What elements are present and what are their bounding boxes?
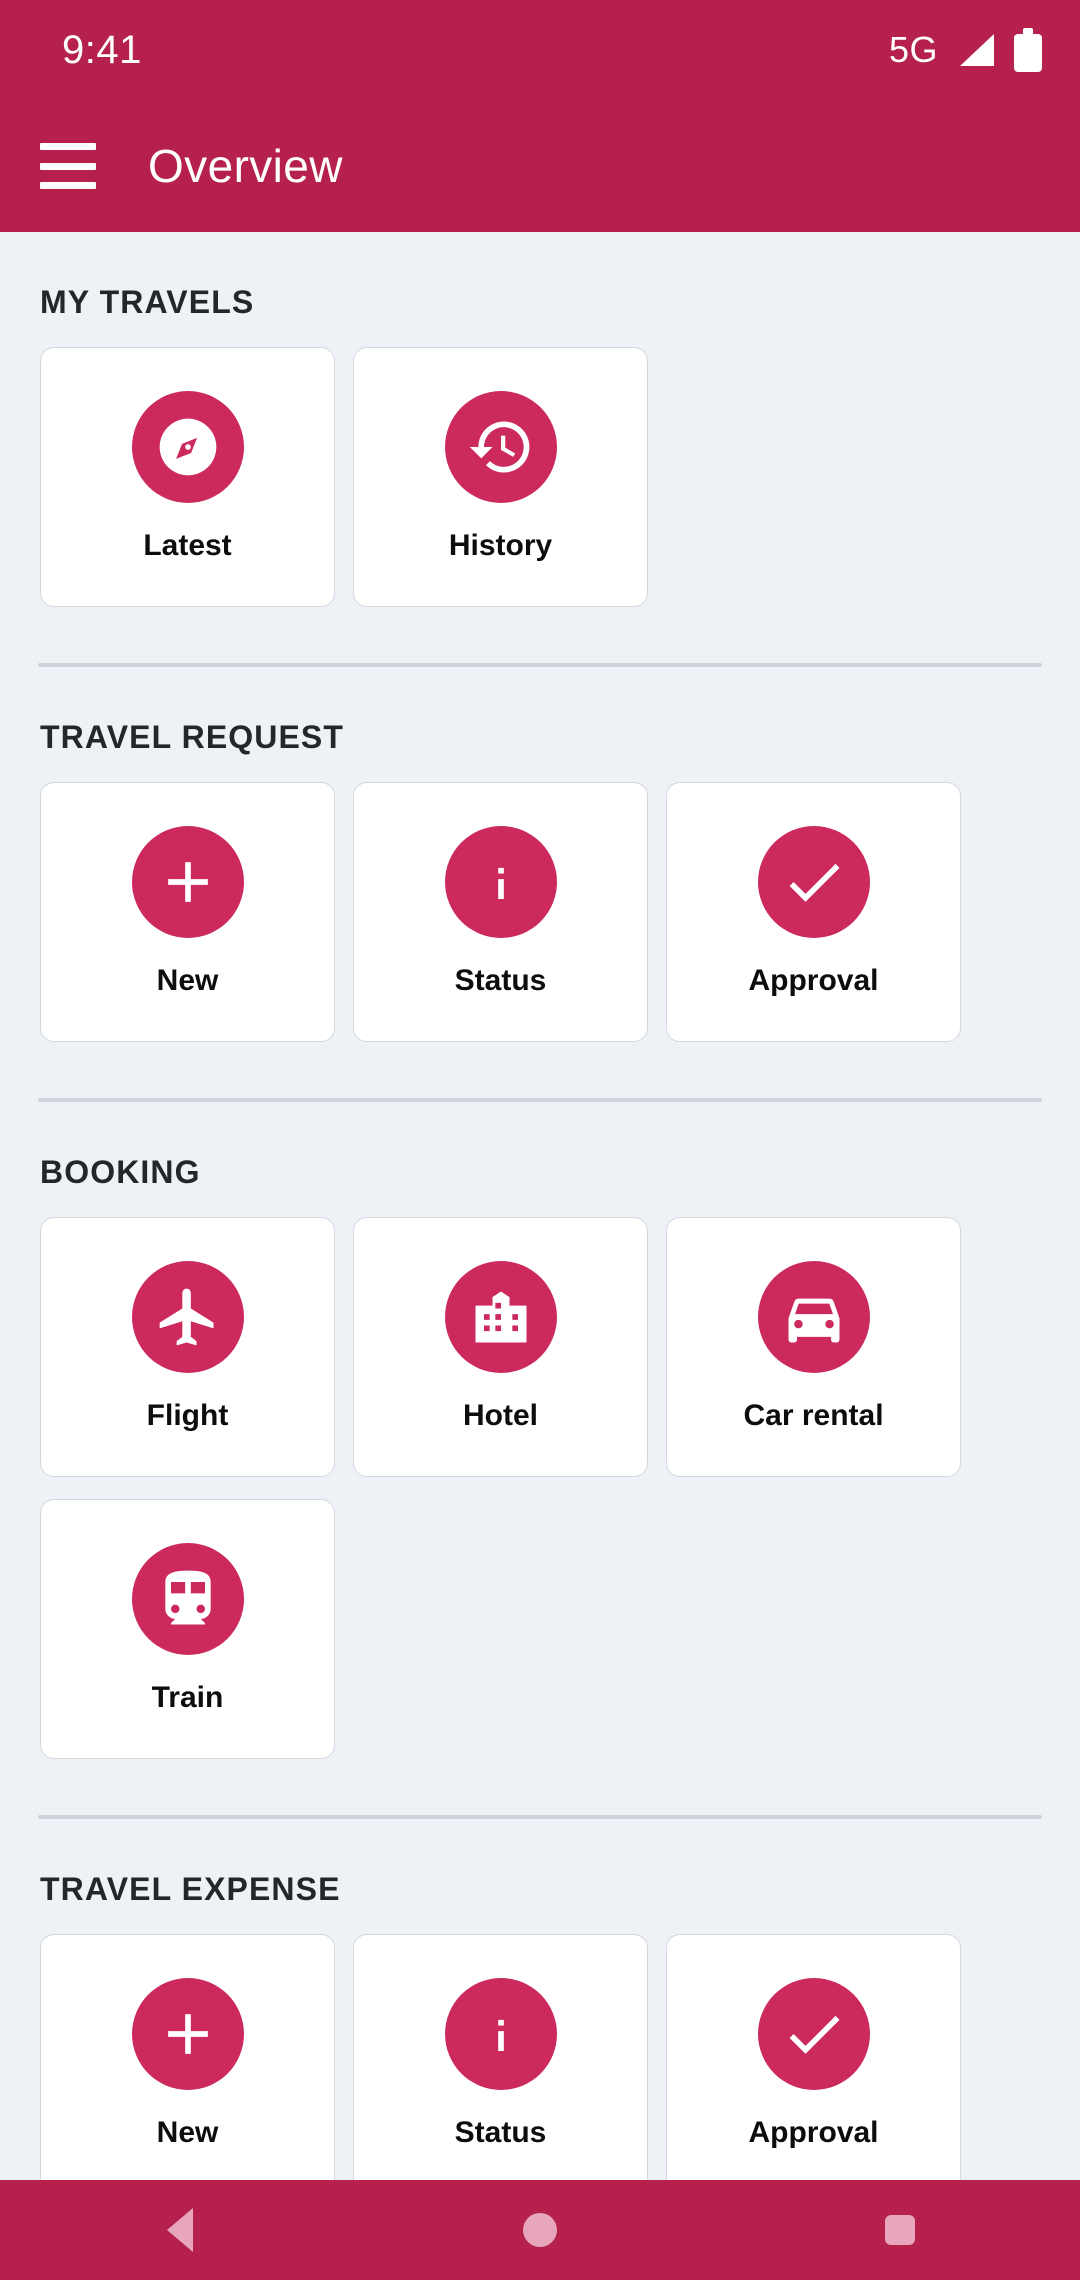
train-icon	[131, 1543, 244, 1655]
back-triangle-icon	[167, 2208, 193, 2252]
network-type-label: 5G	[888, 29, 938, 70]
status-bar: 9:41 5G	[0, 0, 1080, 100]
card-label: Approval	[748, 964, 879, 997]
card-latest[interactable]: Latest	[40, 347, 335, 607]
check-icon	[757, 826, 870, 938]
card-label: Train	[151, 1681, 224, 1714]
section-divider	[38, 663, 1042, 667]
card-approval[interactable]: Approval	[666, 1934, 961, 2180]
recents-square-icon	[885, 2215, 915, 2245]
airplane-icon	[131, 1261, 244, 1373]
card-label: Flight	[146, 1399, 229, 1432]
check-icon	[757, 1978, 870, 2090]
section-title: TRAVEL REQUEST	[40, 719, 345, 755]
card-label: New	[156, 2116, 219, 2149]
section-travel-request: TRAVEL REQUEST New Status Approval	[0, 719, 1080, 1102]
section-title: TRAVEL EXPENSE	[40, 1871, 341, 1907]
card-label: Status	[454, 2116, 547, 2149]
nav-recents-button[interactable]	[840, 2180, 960, 2280]
battery-full-icon	[1014, 28, 1042, 72]
section-title: MY TRAVELS	[40, 284, 255, 320]
card-label: New	[156, 964, 219, 997]
status-indicators: 5G	[889, 28, 1042, 72]
plus-icon	[131, 1978, 244, 2090]
card-new[interactable]: New	[40, 1934, 335, 2180]
card-history[interactable]: History	[353, 347, 648, 607]
section-divider	[38, 1098, 1042, 1102]
content-scroll-area[interactable]: MY TRAVELS Latest History TRAVEL REQUEST New…	[0, 232, 1080, 2180]
history-clock-icon	[444, 391, 557, 503]
compass-icon	[131, 391, 244, 503]
card-new[interactable]: New	[40, 782, 335, 1042]
section-divider	[38, 1815, 1042, 1819]
section-title: BOOKING	[40, 1154, 201, 1190]
card-status[interactable]: Status	[353, 782, 648, 1042]
card-flight[interactable]: Flight	[40, 1217, 335, 1477]
status-clock: 9:41	[62, 27, 142, 72]
section-my-travels: MY TRAVELS Latest History	[0, 284, 1080, 667]
car-icon	[757, 1261, 870, 1373]
card-car-rental[interactable]: Car rental	[666, 1217, 961, 1477]
nav-home-button[interactable]	[480, 2180, 600, 2280]
card-status[interactable]: Status	[353, 1934, 648, 2180]
card-grid: Latest History	[0, 347, 1080, 629]
hamburger-menu-icon[interactable]	[40, 143, 96, 189]
card-label: Hotel	[463, 1399, 538, 1432]
card-grid: Flight Hotel Car rental Train	[0, 1217, 1080, 1781]
card-grid: New Status Approval	[0, 1934, 1080, 2180]
card-label: Approval	[748, 2116, 879, 2149]
section-booking: BOOKING Flight Hotel Car rental Train	[0, 1154, 1080, 1819]
section-travel-expense: TRAVEL EXPENSE New Status Approval	[0, 1871, 1080, 2180]
card-train[interactable]: Train	[40, 1499, 335, 1759]
card-label: Car rental	[743, 1399, 884, 1432]
home-circle-icon	[523, 2213, 557, 2247]
app-bar: Overview	[0, 100, 1080, 232]
card-label: History	[448, 529, 553, 562]
info-icon	[444, 1978, 557, 2090]
plus-icon	[131, 826, 244, 938]
nav-back-button[interactable]	[120, 2180, 240, 2280]
phone-screen: 9:41 5G Overview MY TRAVELS Latest History…	[0, 0, 1080, 2280]
card-approval[interactable]: Approval	[666, 782, 961, 1042]
card-label: Latest	[143, 529, 232, 562]
page-title: Overview	[148, 140, 343, 192]
signal-bars-icon	[960, 34, 994, 66]
card-grid: New Status Approval	[0, 782, 1080, 1064]
card-hotel[interactable]: Hotel	[353, 1217, 648, 1477]
card-label: Status	[454, 964, 547, 997]
info-icon	[444, 826, 557, 938]
hotel-building-icon	[444, 1261, 557, 1373]
android-navigation-bar	[0, 2180, 1080, 2280]
